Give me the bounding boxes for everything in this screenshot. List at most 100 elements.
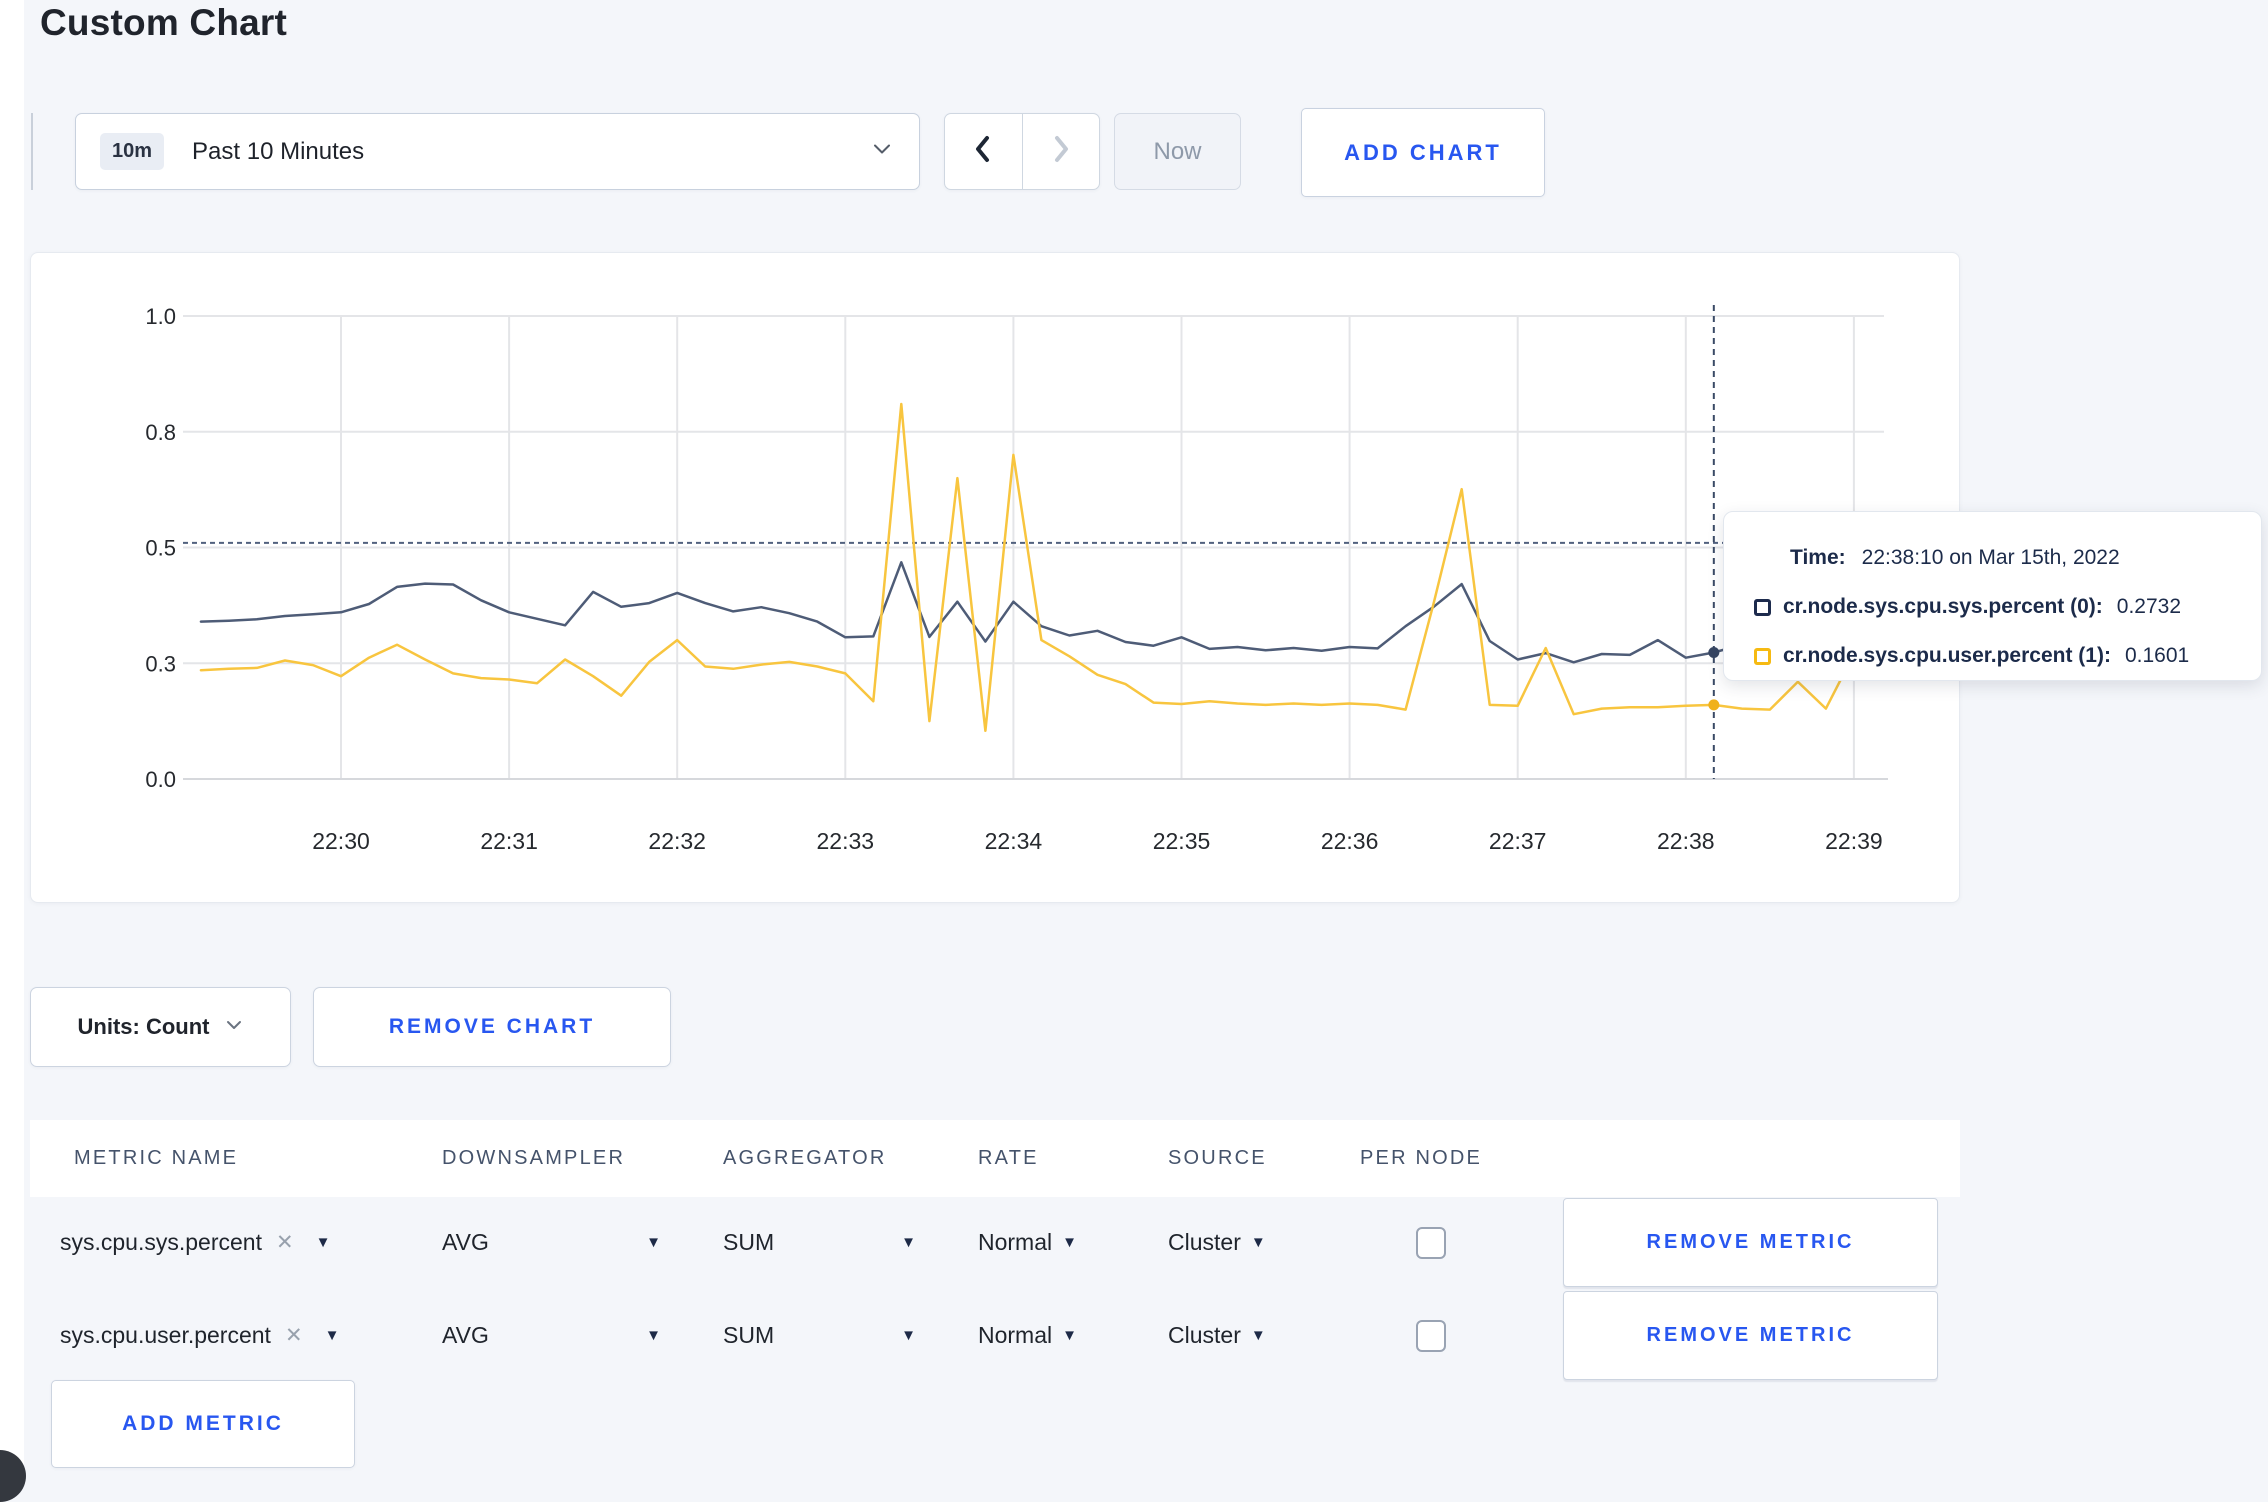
left-gutter <box>0 0 24 1478</box>
rate-select[interactable]: Normal ▼ <box>978 1322 1168 1349</box>
dropdown-caret-icon: ▼ <box>1062 1327 1077 1344</box>
per-node-checkbox[interactable] <box>1416 1319 1446 1352</box>
series-swatch-icon <box>1754 598 1771 616</box>
chart-hover-tooltip: Time: 22:38:10 on Mar 15th, 2022 cr.node… <box>1723 511 2262 681</box>
clear-metric-icon[interactable]: ✕ <box>285 1323 303 1348</box>
dropdown-caret-icon: ▼ <box>1250 1327 1266 1344</box>
remove-metric-label: REMOVE METRIC <box>1646 1231 1855 1253</box>
units-select[interactable]: Units: Count <box>30 987 291 1067</box>
metric-name: sys.cpu.sys.percent <box>60 1229 262 1255</box>
column-header: AGGREGATOR <box>723 1147 887 1169</box>
x-tick-label: 22:31 <box>480 828 538 854</box>
remove-metric-cell: REMOVE METRIC <box>1533 1291 1938 1380</box>
metric-name-select[interactable]: sys.cpu.user.percent ✕ ▼ <box>60 1322 442 1349</box>
metric-name: sys.cpu.user.percent <box>60 1322 271 1348</box>
y-tick-label: 0.8 <box>145 420 176 445</box>
dropdown-caret-icon: ▼ <box>646 1327 661 1344</box>
cpu-line-chart[interactable]: 22:30 22:31 22:32 22:33 22:34 22:35 22:36 22:37… <box>31 253 1961 904</box>
aggregator-select[interactable]: SUM ▼ <box>723 1229 978 1256</box>
metric-row: sys.cpu.user.percent ✕ ▼ AVG ▼ SUM ▼ Normal ▼ Clu… <box>60 1290 1960 1381</box>
chevron-down-icon <box>225 1016 243 1039</box>
rate-select-value: Normal <box>978 1229 1053 1255</box>
hover-point <box>1708 647 1720 659</box>
y-tick-label: 1.0 <box>145 304 176 329</box>
time-range-select[interactable]: 10m Past 10 Minutes <box>75 113 920 190</box>
tooltip-series-list: cr.node.sys.cpu.sys.percent (0): 0.2732 cr… <box>1754 587 2237 676</box>
time-nav-group <box>944 113 1100 190</box>
aggregator-select[interactable]: SUM ▼ <box>723 1322 978 1349</box>
per-node-cell <box>1360 1226 1533 1259</box>
downsampler-select[interactable]: AVG ▼ <box>442 1229 723 1256</box>
per-node-checkbox[interactable] <box>1416 1226 1446 1259</box>
next-time-button[interactable] <box>1021 114 1100 189</box>
tooltip-series-value: 0.2732 <box>2116 595 2182 618</box>
add-metric-label: ADD METRIC <box>122 1412 284 1435</box>
clear-metric-icon[interactable]: ✕ <box>276 1230 294 1255</box>
y-tick-label: 0.5 <box>145 536 176 561</box>
column-header: METRIC NAME <box>74 1147 239 1169</box>
y-tick-label: 0.0 <box>145 767 176 792</box>
tooltip-series-value: 0.1601 <box>2124 644 2190 667</box>
metric-name-select[interactable]: sys.cpu.sys.percent ✕ ▼ <box>60 1229 442 1256</box>
dropdown-caret-icon: ▼ <box>315 1234 331 1251</box>
y-tick-label: 0.3 <box>145 651 176 676</box>
column-header: SOURCE <box>1168 1147 1267 1169</box>
source-select-value: Cluster <box>1168 1322 1241 1348</box>
time-range-label: Past 10 Minutes <box>192 137 365 165</box>
add-metric-button[interactable]: ADD METRIC <box>51 1380 355 1468</box>
x-tick-label: 22:30 <box>312 828 370 854</box>
metrics-table-rows: sys.cpu.sys.percent ✕ ▼ AVG ▼ SUM ▼ Normal ▼ Clus… <box>30 1197 1960 1383</box>
page-title: Custom Chart <box>40 2 288 43</box>
dropdown-caret-icon: ▼ <box>901 1234 916 1251</box>
tooltip-time-label: Time: <box>1790 546 1846 569</box>
series-cr.node.sys.cpu.user.percent <box>199 402 1884 733</box>
dropdown-caret-icon: ▼ <box>1250 1234 1266 1251</box>
rate-select-value: Normal <box>978 1322 1053 1348</box>
x-tick-label: 22:36 <box>1321 828 1379 854</box>
chart-card: 22:30 22:31 22:32 22:33 22:34 22:35 22:36 22:37… <box>30 252 1960 903</box>
x-tick-label: 22:39 <box>1825 828 1883 854</box>
chevron-left-icon <box>970 134 996 169</box>
time-range-badge: 10m <box>100 133 165 170</box>
add-chart-button[interactable]: ADD CHART <box>1301 108 1545 197</box>
source-select[interactable]: Cluster ▼ <box>1168 1229 1360 1256</box>
tooltip-series-row: cr.node.sys.cpu.user.percent (1): 0.1601 <box>1754 636 2237 676</box>
dropdown-caret-icon: ▼ <box>646 1234 661 1251</box>
x-tick-label: 22:35 <box>1153 828 1211 854</box>
column-header: PER NODE <box>1360 1147 1483 1169</box>
x-tick-label: 22:37 <box>1489 828 1547 854</box>
x-tick-label: 22:33 <box>817 828 875 854</box>
hover-point <box>1708 699 1720 711</box>
series-cr.node.sys.cpu.sys.percent <box>199 561 1884 664</box>
tooltip-series-name: cr.node.sys.cpu.sys.percent (0): <box>1783 595 2103 618</box>
tooltip-series-row: cr.node.sys.cpu.sys.percent (0): 0.2732 <box>1754 587 2237 627</box>
downsampler-select-value: AVG <box>442 1322 489 1348</box>
downsampler-select[interactable]: AVG ▼ <box>442 1322 723 1349</box>
prev-time-button[interactable] <box>945 114 1022 189</box>
downsampler-select-value: AVG <box>442 1229 489 1255</box>
x-tick-label: 22:32 <box>648 828 706 854</box>
chevron-down-icon <box>871 138 893 165</box>
per-node-cell <box>1360 1319 1533 1352</box>
rate-select[interactable]: Normal ▼ <box>978 1229 1168 1256</box>
units-label: Units: Count <box>77 1014 210 1039</box>
x-tick-label: 22:34 <box>985 828 1043 854</box>
aggregator-select-value: SUM <box>723 1229 775 1255</box>
metrics-table-header: METRIC NAME DOWNSAMPLER AGGREGATOR RATE SOUR… <box>30 1120 1960 1197</box>
source-select[interactable]: Cluster ▼ <box>1168 1322 1360 1349</box>
column-header: RATE <box>978 1147 1039 1169</box>
chevron-right-icon <box>1048 134 1074 169</box>
toolbar-divider <box>31 113 33 190</box>
x-tick-label: 22:38 <box>1657 828 1715 854</box>
aggregator-select-value: SUM <box>723 1322 775 1348</box>
series-swatch-icon <box>1754 647 1771 665</box>
add-chart-label: ADD CHART <box>1344 139 1502 165</box>
tooltip-time-value: 22:38:10 on Mar 15th, 2022 <box>1861 546 2120 569</box>
remove-chart-button[interactable]: REMOVE CHART <box>313 987 671 1067</box>
now-button[interactable]: Now <box>1114 113 1241 190</box>
remove-metric-button[interactable]: REMOVE METRIC <box>1563 1198 1938 1287</box>
source-select-value: Cluster <box>1168 1229 1241 1255</box>
remove-metric-button[interactable]: REMOVE METRIC <box>1563 1291 1938 1380</box>
remove-metric-label: REMOVE METRIC <box>1646 1324 1855 1346</box>
dropdown-caret-icon: ▼ <box>1062 1234 1077 1251</box>
